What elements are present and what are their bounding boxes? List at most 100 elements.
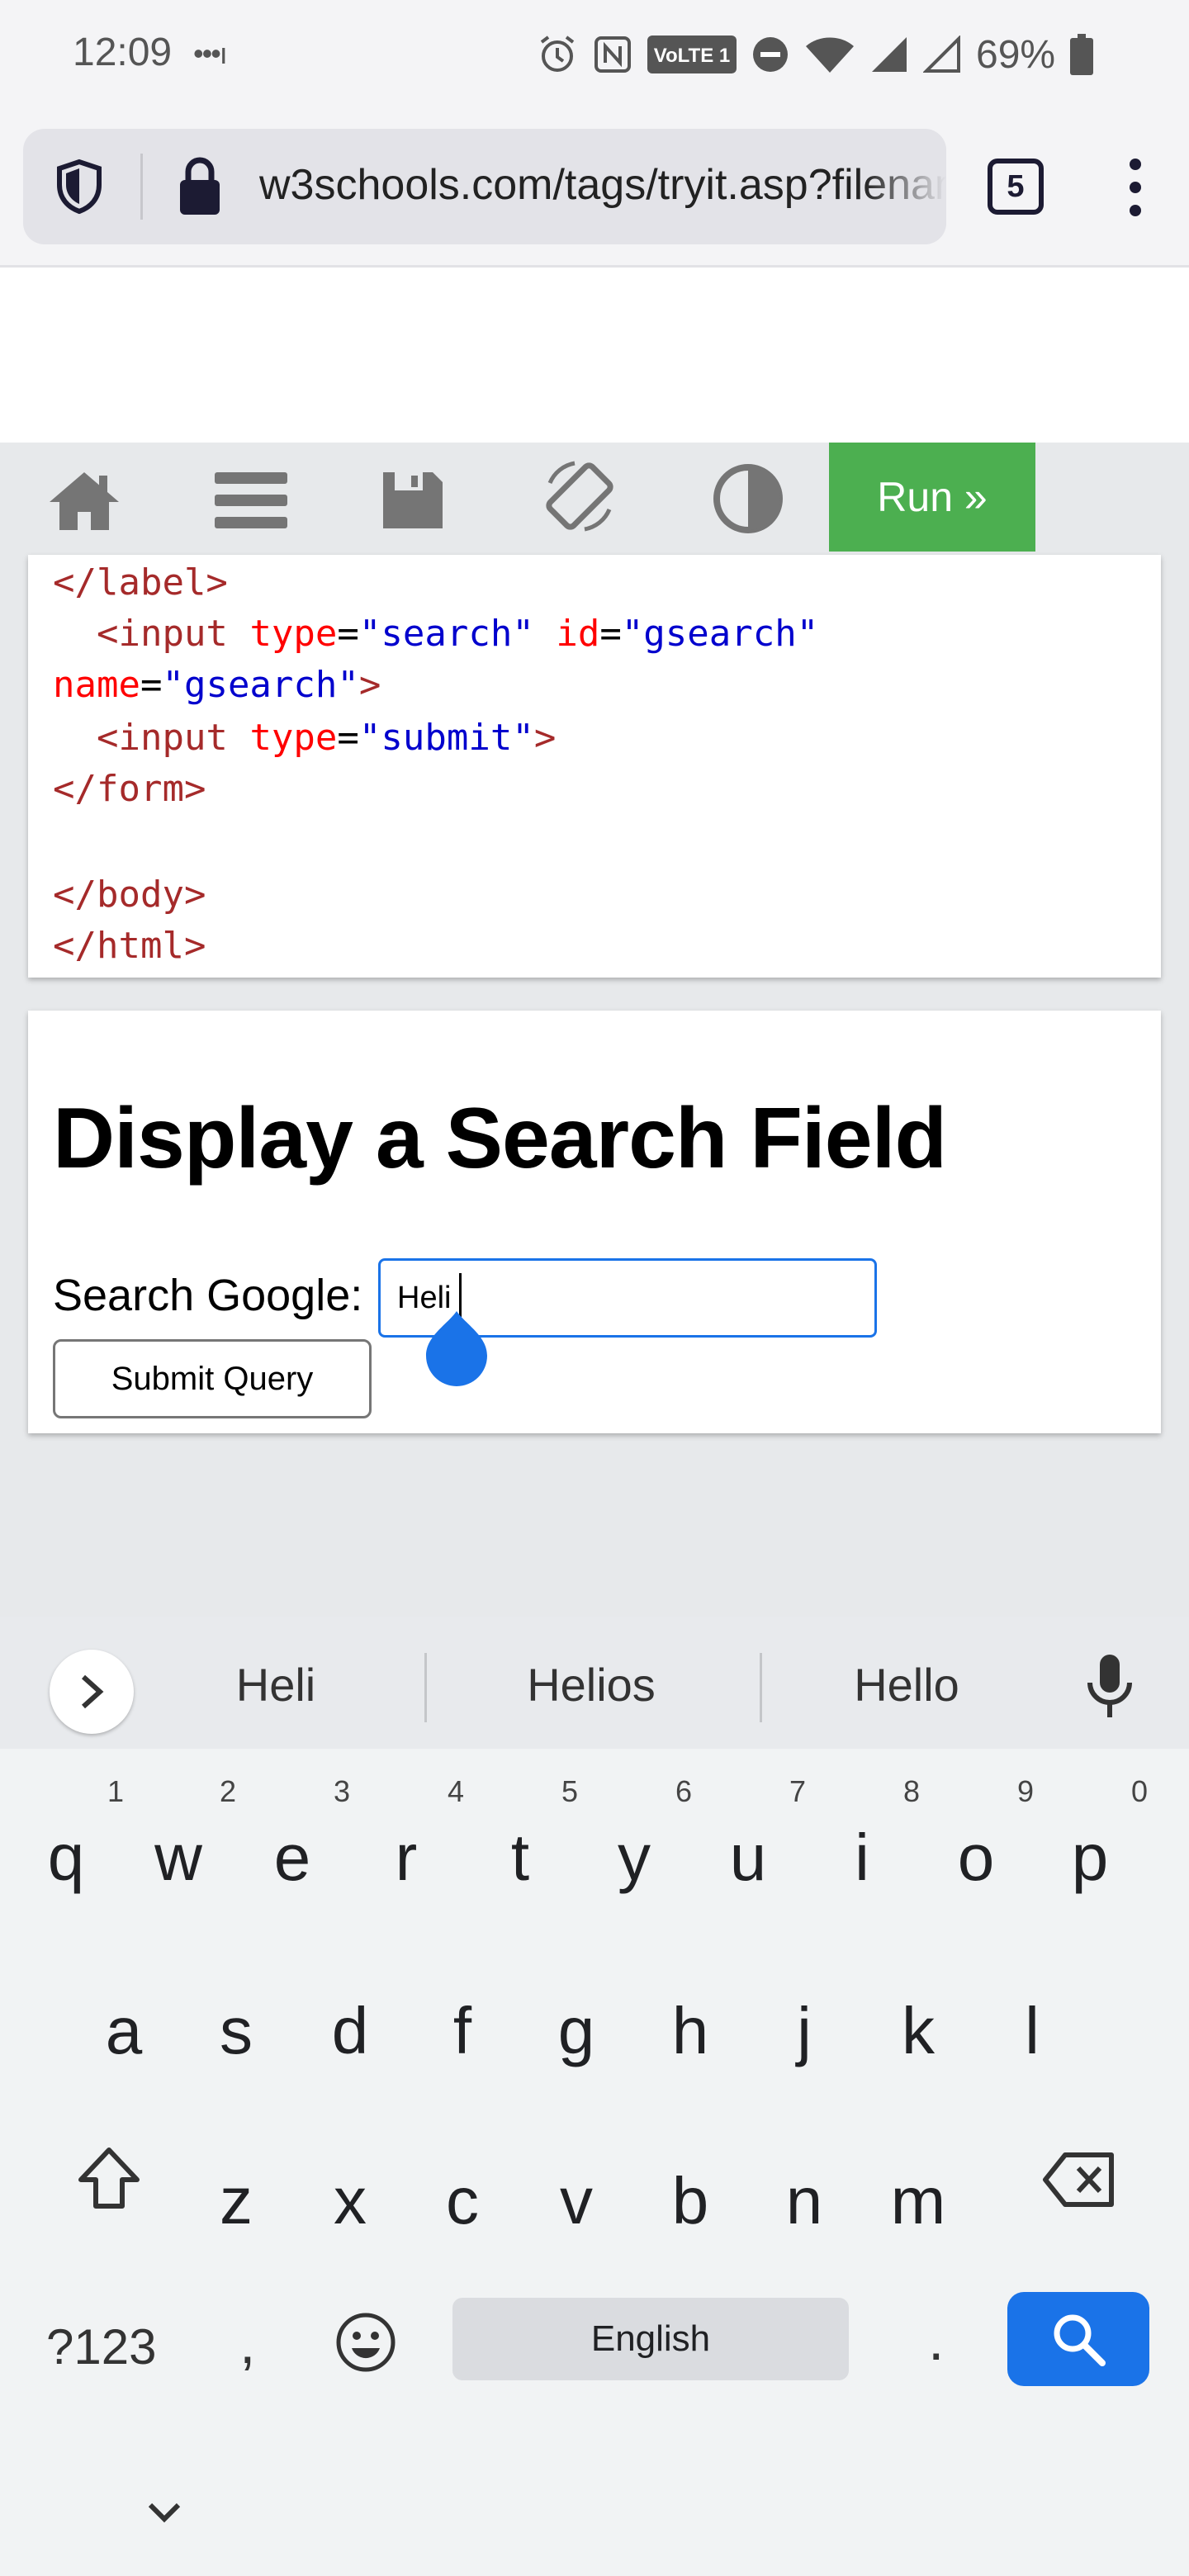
tabs-button[interactable]: 5 [988,159,1044,215]
battery-icon [1070,34,1094,75]
overflow-menu-button[interactable] [1120,159,1153,216]
url-text[interactable]: w3schools.com/tags/tryit.asp?filename=tr… [259,160,946,210]
work-area: </label> <input type="search" id="gsearc… [0,552,1189,1617]
code-token: </body> [53,874,206,916]
do-not-disturb-icon [753,37,788,72]
key-d[interactable]: d [301,1998,400,2064]
key-hint: 6 [675,1774,693,1808]
address-bar[interactable]: w3schools.com/tags/tryit.asp?filename=tr… [23,129,946,244]
battery-percent: 69% [976,32,1056,77]
key-s[interactable]: s [187,1998,286,2064]
volte-label: VoLTE 1 [654,45,730,67]
key-i[interactable]: i [812,1825,912,1891]
code-line: </body> [53,877,206,913]
code-token: "gsearch" [162,664,359,706]
code-token: > [358,664,381,706]
key-w[interactable]: w [129,1825,228,1891]
menu-dot [1130,182,1141,193]
microphone-icon[interactable] [1082,1653,1138,1719]
suggestion-3[interactable]: Hello [783,1658,1030,1712]
key-hint: 2 [220,1774,237,1808]
key-hint: 9 [1017,1774,1035,1808]
comma-key[interactable]: , [239,2310,255,2376]
submit-button[interactable]: Submit Query [53,1339,372,1418]
period-key[interactable]: . [928,2307,944,2373]
code-token: "search" [358,613,534,655]
alarm-icon [540,36,575,72]
code-line: </label> [53,565,228,601]
key-r[interactable]: r [357,1825,456,1891]
suggestion-1[interactable]: Heli [152,1658,400,1712]
shield-icon[interactable] [54,159,104,219]
result-frame: Display a Search Field Search Google: Su… [28,1011,1161,1433]
key-t[interactable]: t [471,1825,570,1891]
code-token: > [533,717,557,759]
code-line: name="gsearch"> [53,667,381,703]
run-button[interactable]: Run » [829,443,1035,552]
key-b[interactable]: b [641,2168,740,2234]
key-g[interactable]: g [527,1998,626,2064]
chevron-right-icon [81,1674,104,1709]
lock-icon[interactable] [177,155,223,220]
key-f[interactable]: f [413,1998,512,2064]
contrast-icon[interactable] [707,464,789,533]
address-divider [140,154,143,220]
key-v[interactable]: v [527,2168,626,2234]
key-q[interactable]: q [17,1825,116,1891]
key-y[interactable]: y [585,1825,684,1891]
key-p[interactable]: p [1040,1825,1139,1891]
volte-icon: VoLTE 1 [647,36,737,73]
cursor-handle-icon[interactable] [424,1311,489,1387]
suggestion-2[interactable]: Helios [467,1658,715,1712]
nfc-icon [594,36,631,73]
key-hint: 3 [334,1774,351,1808]
key-hint: 0 [1131,1774,1149,1808]
rotate-screen-icon[interactable] [538,461,621,533]
search-key[interactable] [1007,2292,1149,2386]
browser-toolbar: w3schools.com/tags/tryit.asp?filename=tr… [0,104,1189,268]
key-k[interactable]: k [869,1998,968,2064]
url-fade [864,129,946,244]
key-c[interactable]: c [413,2168,512,2234]
key-h[interactable]: h [641,1998,740,2064]
home-icon[interactable] [43,467,126,533]
save-icon[interactable] [372,467,454,533]
signal-icon [872,37,907,72]
key-m[interactable]: m [869,2168,968,2234]
code-token: <input [96,613,228,655]
shift-icon[interactable] [76,2145,142,2211]
search-label: Search Google: [53,1271,363,1320]
emoji-icon[interactable] [335,2312,396,2373]
chevron-down-icon[interactable] [147,2500,182,2525]
backspace-icon[interactable] [1042,2152,1116,2208]
key-hint: 8 [903,1774,921,1808]
key-hint: 5 [561,1774,579,1808]
code-token: = [599,613,622,655]
key-j[interactable]: j [755,1998,854,2064]
key-z[interactable]: z [187,2168,286,2234]
code-token: "gsearch" [621,613,819,655]
suggestion-divider [760,1653,762,1722]
key-u[interactable]: u [699,1825,798,1891]
menu-icon[interactable] [210,467,292,533]
code-token: </label> [53,561,228,604]
code-editor[interactable]: </label> <input type="search" id="gsearc… [28,555,1161,978]
key-a[interactable]: a [74,1998,173,2064]
key-n[interactable]: n [755,2168,854,2234]
symbols-key[interactable]: ?123 [46,2318,156,2375]
key-hint: 7 [789,1774,807,1808]
status-icons: VoLTE 1 69% [537,28,1094,81]
suggestion-bar: Heli Helios Hello [0,1617,1189,1749]
code-line: </html> [53,928,206,964]
key-x[interactable]: x [301,2168,400,2234]
key-o[interactable]: o [926,1825,1026,1891]
key-l[interactable]: l [983,1998,1082,2064]
key-e[interactable]: e [243,1825,342,1891]
expand-toolbar-button[interactable] [50,1650,134,1734]
space-key[interactable]: English [452,2298,849,2380]
code-line: <input type="submit"> [53,720,556,756]
